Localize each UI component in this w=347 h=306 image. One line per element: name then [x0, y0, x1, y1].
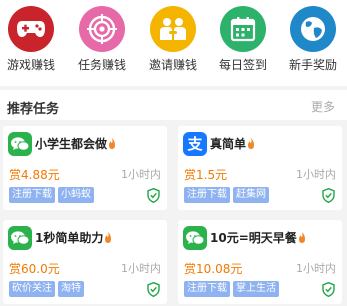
task-duration: 1小时内: [296, 262, 336, 275]
task-tag: 淘特: [58, 281, 84, 297]
globe-icon: [290, 6, 336, 52]
target-icon: [79, 6, 125, 52]
task-card[interactable]: 10元=明天早餐 赏10.08元 1小时内 注册下载 掌上生活: [178, 220, 342, 304]
fire-icon: [248, 138, 255, 149]
nav-task-earn[interactable]: 任务赚钱: [68, 6, 136, 73]
calendar-icon: [220, 6, 266, 52]
nav-newbie-reward[interactable]: 新手奖励: [279, 6, 347, 73]
task-tag: 注册下载: [184, 187, 230, 203]
task-name: 1秒简单助力: [35, 231, 104, 245]
more-link[interactable]: 更多: [311, 98, 335, 115]
nav-label: 新手奖励: [288, 58, 337, 72]
nav-daily-checkin[interactable]: 每日签到: [209, 6, 277, 73]
shield-check-icon: [147, 282, 160, 297]
wechat-icon: [183, 226, 207, 250]
gamepad-icon: [8, 6, 54, 52]
task-reward: 赏4.88元: [9, 168, 60, 182]
task-tag: 砍价关注: [9, 281, 55, 297]
shield-check-icon: [322, 188, 335, 203]
nav-label: 每日签到: [218, 58, 267, 72]
task-duration: 1小时内: [296, 168, 336, 181]
task-tag: 赶集网: [233, 187, 269, 203]
task-tag: 注册下载: [184, 281, 230, 297]
task-tag: 注册下载: [9, 187, 55, 203]
nav-invite-earn[interactable]: 邀请赚钱: [139, 6, 207, 73]
fire-icon: [105, 232, 112, 243]
task-name: 小学生都会做: [35, 137, 108, 151]
task-card[interactable]: 小学生都会做 赏4.88元 1小时内 注册下载 小蚂蚁: [3, 126, 167, 210]
task-card[interactable]: 支 真简单 赏1.5元 1小时内 注册下载 赶集网: [178, 126, 342, 210]
task-tag: 掌上生活: [233, 281, 279, 297]
alipay-icon: 支: [183, 132, 207, 156]
invite-people-icon: [150, 6, 196, 52]
task-duration: 1小时内: [121, 168, 161, 181]
task-name: 真简单: [210, 137, 247, 151]
recommended-section-header: 推荐任务 更多: [0, 90, 347, 120]
fire-icon: [298, 232, 305, 243]
shield-check-icon: [322, 282, 335, 297]
shield-check-icon: [147, 188, 160, 203]
nav-label: 游戏赚钱: [6, 58, 55, 72]
task-reward: 赏1.5元: [184, 168, 228, 182]
nav-label: 邀请赚钱: [148, 58, 197, 72]
task-name: 10元=明天早餐: [210, 231, 297, 245]
nav-game-earn[interactable]: 游戏赚钱: [0, 6, 65, 73]
task-tag: 小蚂蚁: [58, 187, 94, 203]
category-nav: 游戏赚钱 任务赚钱 邀请赚钱 每日签到 新手奖励: [0, 0, 347, 86]
section-title: 推荐任务: [7, 102, 60, 117]
wechat-icon: [8, 132, 32, 156]
nav-label: 任务赚钱: [77, 58, 126, 72]
wechat-icon: [8, 226, 32, 250]
task-reward: 赏60.0元: [9, 262, 60, 276]
task-reward: 赏10.08元: [184, 262, 243, 276]
task-card[interactable]: 1秒简单助力 赏60.0元 1小时内 砍价关注 淘特: [3, 220, 167, 304]
fire-icon: [109, 138, 116, 149]
task-duration: 1小时内: [121, 262, 161, 275]
